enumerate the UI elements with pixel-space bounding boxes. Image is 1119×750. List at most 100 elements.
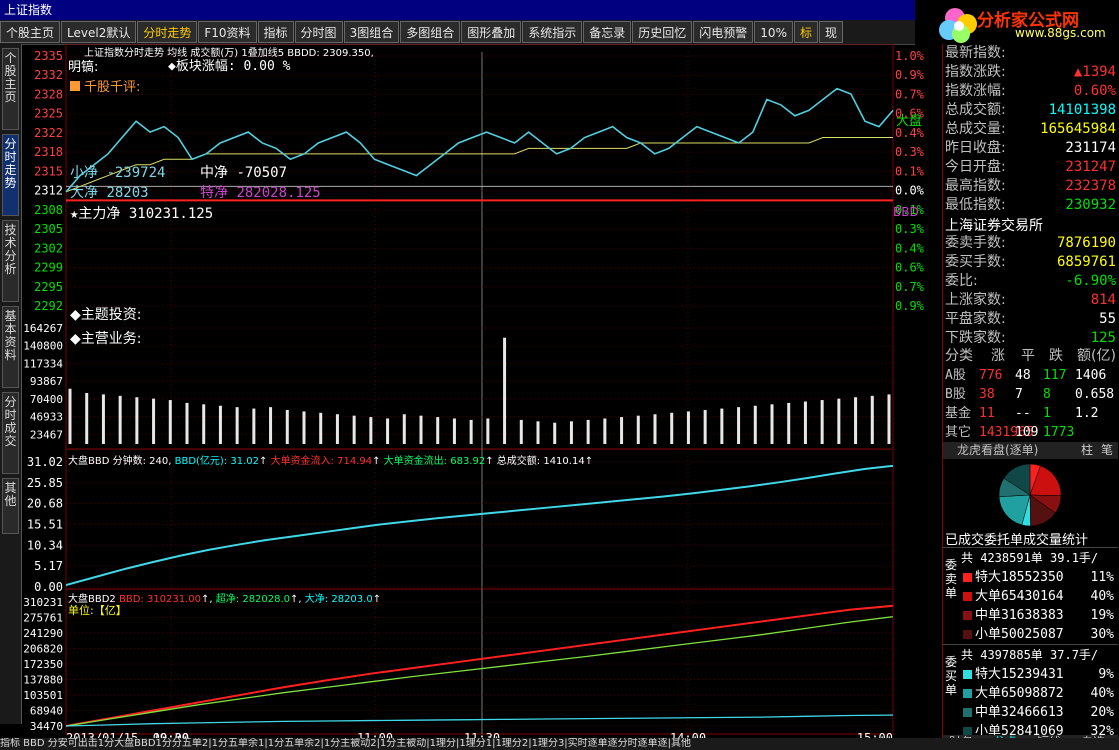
left-tab-bar: 个股主页 分时走势 技术分析 基本资料 分时成交 其他 — [0, 44, 22, 724]
exchange-stat-value: 6859761 — [1056, 254, 1116, 270]
bbd2-tick-label: 241290 — [23, 627, 63, 640]
pie-title: 已成交委托单成交量统计 — [945, 533, 1089, 548]
volume-bar — [586, 419, 590, 444]
tab-trade-view[interactable]: 笔 — [1101, 442, 1113, 459]
bbd2-legend-1: BBD: 310231.00 — [118, 594, 202, 605]
brand-logo: 分析家公式网 www.88gs.com — [915, 0, 1119, 44]
market-table-cell: 基金 — [945, 406, 972, 421]
index-stat-label: 昨日收盘: — [945, 140, 1006, 156]
order-pct: 19% — [1090, 608, 1114, 623]
order-pct: 9% — [1098, 667, 1114, 682]
tab-dragon-view[interactable]: 龙虎看盘(逐单) — [957, 442, 1038, 459]
order-pct: 40% — [1090, 686, 1114, 701]
toolbar-f10-button[interactable]: F10资料 — [198, 21, 257, 43]
bbd2-tick-label: 34470 — [30, 720, 63, 733]
exchange-stat-row: 委卖手数: 7876190 — [943, 234, 1118, 253]
market-table-cell: B股 — [945, 387, 966, 402]
volume-bar — [536, 421, 540, 444]
pct-tick-label: 0.9% — [895, 299, 925, 313]
volume-tick-label: 93867 — [30, 375, 63, 388]
bbd-legend-3: 大单资金流出: 683.92 — [383, 456, 486, 467]
index-stat-row: 昨日收盘: 231174 — [943, 139, 1118, 158]
volume-tick-label: 117334 — [23, 357, 63, 370]
volume-bar — [670, 412, 674, 444]
toolbar-indicator-button[interactable]: 指标 — [257, 21, 294, 43]
toolbar-mark-button[interactable]: 标 — [793, 21, 818, 43]
toolbar-overlay-button[interactable]: 图形叠加 — [461, 21, 522, 43]
bbd2-legend-2: 超净: 282028.0 — [215, 594, 291, 605]
bbd-line — [65, 464, 894, 587]
toolbar-intraday-button[interactable]: 分时走势 — [137, 21, 198, 43]
bbd2-tick-label: 172350 — [23, 658, 63, 671]
tab-other[interactable]: 其他 — [2, 478, 19, 534]
toolbar-multichart-button[interactable]: 多图组合 — [400, 21, 461, 43]
volume-bar — [235, 407, 239, 444]
time-axis-label: 14:00 — [670, 731, 706, 738]
market-table-row: 其它 1431965 109 1773 — [943, 423, 1118, 442]
pct-tick-label: 0.7% — [895, 280, 925, 294]
index-stat-value: ▲1394 — [1073, 64, 1116, 80]
toolbar-level2-button[interactable]: Level2默认 — [61, 21, 137, 43]
legend-swatch — [963, 708, 972, 717]
sell-order-block: 委卖单 共 4238591单 39.1手/ 特大18552350 11% 大单654… — [943, 547, 1118, 644]
time-axis-label: 15:00 — [857, 731, 893, 738]
right-info-panel: 最新指数: 指数涨跌: ▲1394 指数涨幅: 0.60% 总成交额: 14101398 总成… — [942, 44, 1119, 750]
toolbar-history-button[interactable]: 历史回忆 — [632, 21, 693, 43]
index-stat-label: 指数涨幅: — [945, 83, 1006, 99]
volume-bar — [152, 398, 156, 444]
order-row: 特大18552350 11% — [961, 568, 1116, 587]
volume-bar — [369, 417, 373, 444]
bbd2-line — [65, 604, 894, 727]
market-table-cell: 48 — [1015, 368, 1031, 383]
bbd-tick-label: 20.68 — [27, 497, 63, 511]
label-qiangu: 千股千评: — [70, 76, 140, 95]
order-label: 大单65098872 — [975, 686, 1064, 701]
toolbar-now-button[interactable]: 现 — [818, 21, 843, 43]
xiaojing-name: 小净 — [70, 165, 98, 181]
index-stat-value: 14101398 — [1048, 102, 1116, 118]
bbd-tick-label: 0.00 — [34, 580, 63, 594]
bbd-legend-2: 大单资金流入: 714.94 — [270, 456, 373, 467]
index-stat-value: 165645984 — [1040, 121, 1116, 137]
tab-bar-view[interactable]: 柱 — [1081, 442, 1093, 459]
toolbar-intraday-chart-button[interactable]: 分时图 — [294, 21, 343, 43]
tab-trades[interactable]: 分时成交 — [2, 392, 19, 474]
col-flat: 平 — [1021, 348, 1035, 364]
tab-fundamentals[interactable]: 基本资料 — [2, 306, 19, 388]
tab-stock-home[interactable]: 个股主页 — [2, 48, 19, 130]
index-stat-row: 最高指数: 232378 — [943, 177, 1118, 196]
toolbar-system-indicator-button[interactable]: 系统指示 — [522, 21, 583, 43]
price-tick-label: 2322 — [34, 126, 63, 140]
order-pct: 20% — [1090, 705, 1114, 720]
pct-tick-label: 0.6% — [895, 261, 925, 275]
panel-frame — [65, 44, 894, 450]
tab-technical[interactable]: 技术分析 — [2, 220, 19, 302]
tab-intraday[interactable]: 分时走势 — [2, 134, 19, 216]
index-stat-row: 最新指数: — [943, 44, 1118, 63]
price-tick-label: 2295 — [34, 280, 63, 294]
volume-tick-label: 140800 — [23, 340, 63, 353]
tejing-name: 特净 — [200, 185, 228, 201]
exchange-name: 上海证券交易所 — [945, 218, 1043, 234]
volume-bar — [85, 392, 89, 444]
col-category: 分类 — [945, 348, 973, 364]
order-label: 中单32466613 — [975, 705, 1064, 720]
bbd-title: 大盘BBD 分钟数: 240 — [68, 456, 169, 467]
index-stat-value: 231174 — [1065, 140, 1116, 156]
toolbar-3chart-button[interactable]: 3图组合 — [343, 21, 400, 43]
order-row: 大单65098872 40% — [961, 684, 1116, 703]
bbd-tick-label: 10.34 — [27, 538, 63, 552]
buy-total: 共 4397885单 37.7手/ — [961, 648, 1099, 662]
market-table-cell: 109 — [1015, 425, 1039, 440]
pct-tick-label: 0.3% — [895, 145, 925, 159]
label-zhuti: ◆主题投资: — [70, 307, 142, 323]
toolbar-memo-button[interactable]: 备忘录 — [583, 21, 632, 43]
index-stat-value: 232378 — [1065, 178, 1116, 194]
dajing-value: 28203 — [106, 185, 149, 201]
volume-bar — [503, 337, 507, 444]
tejing-value: 282028.125 — [236, 185, 321, 201]
toolbar-zoom-button[interactable]: 10% — [754, 21, 793, 43]
toolbar-stock-home-button[interactable]: 个股主页 — [0, 21, 61, 43]
toolbar-alert-button[interactable]: 闪电预警 — [693, 21, 754, 43]
pct-tick-label: 1.0% — [895, 49, 925, 63]
